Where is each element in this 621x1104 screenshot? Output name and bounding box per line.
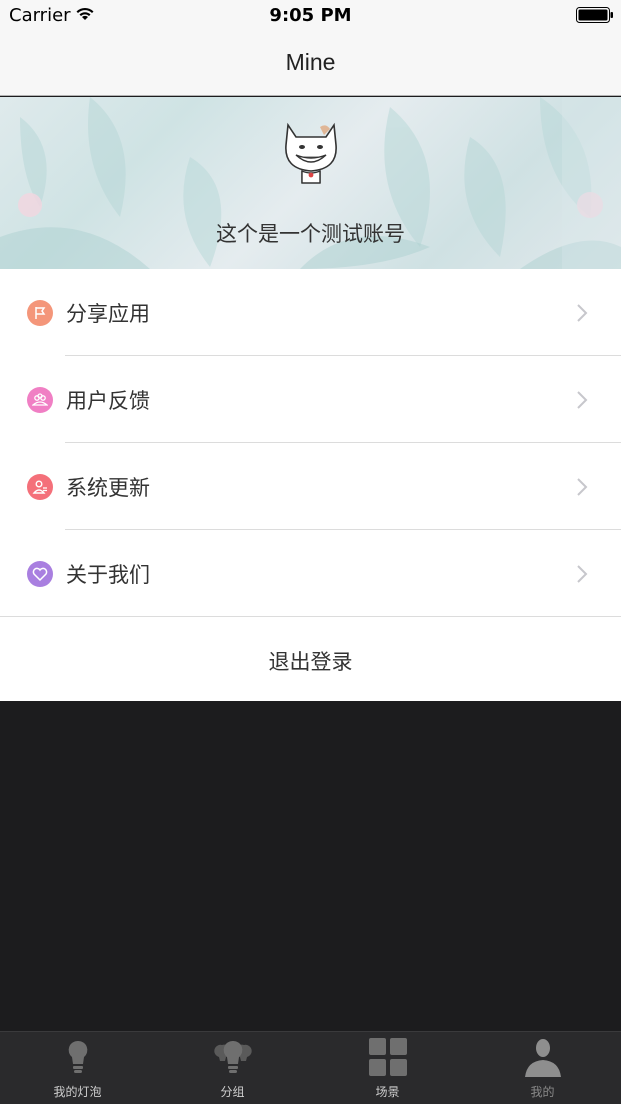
menu-item-label: 关于我们 (66, 563, 150, 587)
tab-label: 我的灯泡 (53, 1085, 102, 1099)
menu-item-user-feedback[interactable]: 用户反馈 (0, 356, 621, 443)
profile-username: 这个是一个测试账号 (216, 222, 405, 246)
profile-header: 这个是一个测试账号 (0, 97, 621, 269)
tab-my-bulbs[interactable]: 我的灯泡 (0, 1032, 155, 1104)
bulb-icon (68, 1040, 88, 1073)
clock-time: 9:05 PM (269, 5, 352, 26)
tab-scenes[interactable]: 场景 (310, 1032, 465, 1104)
person-icon (525, 1039, 561, 1077)
page-title: Mine (285, 49, 336, 75)
settings-menu-list: 分享应用 用户反馈 系统更新 关于我们 (0, 269, 621, 617)
battery-icon (576, 7, 613, 23)
update-user-icon (27, 474, 53, 500)
menu-item-share-app[interactable]: 分享应用 (0, 269, 621, 356)
status-bar: Carrier 9:05 PM (0, 0, 621, 32)
share-flag-icon (27, 300, 53, 326)
tab-label: 场景 (375, 1085, 400, 1099)
feedback-group-icon (27, 387, 53, 413)
logout-label: 退出登录 (268, 650, 353, 674)
tab-label: 我的 (530, 1085, 555, 1099)
heart-icon (27, 561, 53, 587)
chevron-right-icon (577, 304, 588, 322)
mine-screen: Carrier 9:05 PM Mine 这个是一个测试账号 分享应用 用户反馈… (0, 0, 621, 1104)
menu-item-label: 用户反馈 (66, 389, 150, 413)
logout-button[interactable]: 退出登录 (0, 617, 621, 701)
menu-item-label: 分享应用 (66, 302, 150, 326)
chevron-right-icon (577, 565, 588, 583)
navigation-bar: Mine (0, 32, 621, 96)
grid-icon (369, 1038, 407, 1076)
tab-mine[interactable]: 我的 (465, 1032, 620, 1104)
cat-avatar-icon (285, 122, 337, 184)
chevron-right-icon (577, 391, 588, 409)
chevron-right-icon (577, 478, 588, 496)
menu-item-system-update[interactable]: 系统更新 (0, 443, 621, 530)
tab-groups[interactable]: 分组 (155, 1032, 310, 1104)
menu-item-label: 系统更新 (66, 476, 150, 500)
menu-item-about-us[interactable]: 关于我们 (0, 530, 621, 617)
bulb-group-icon (214, 1040, 252, 1073)
tab-label: 分组 (220, 1085, 245, 1099)
tab-bar: 我的灯泡 分组 场景 我的 (0, 1031, 621, 1104)
